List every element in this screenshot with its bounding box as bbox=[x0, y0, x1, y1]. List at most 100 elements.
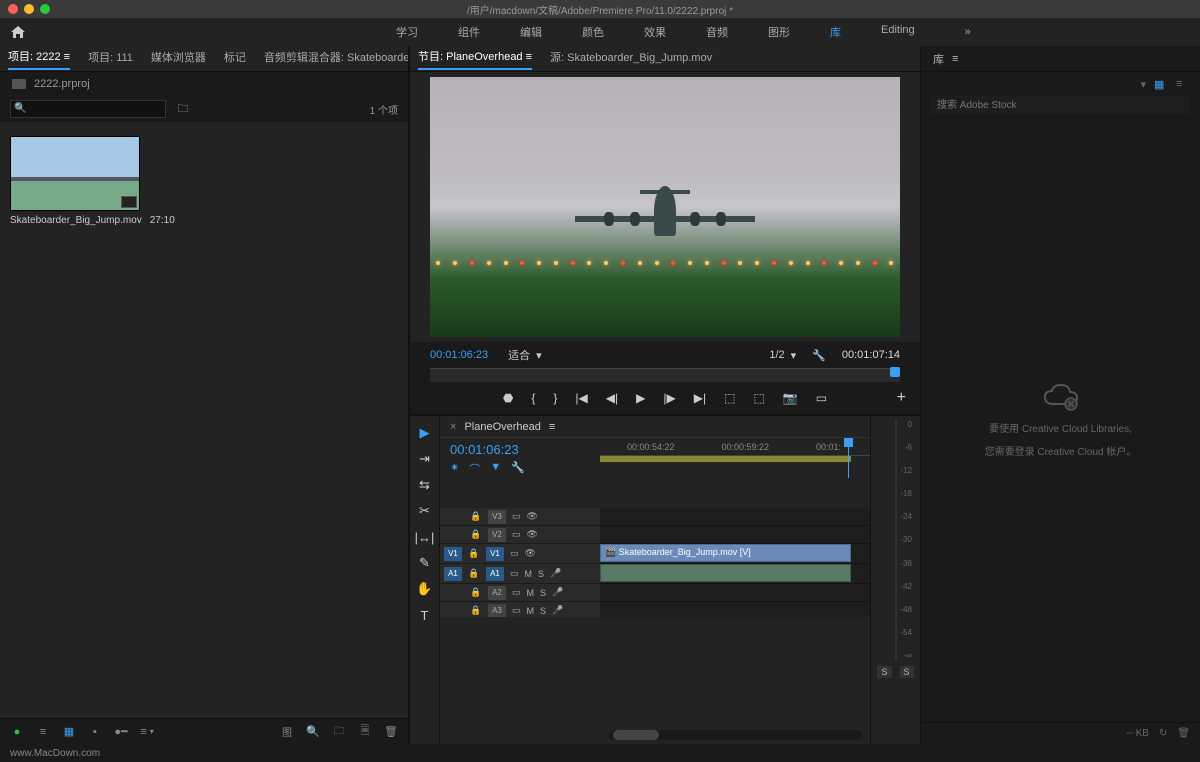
new-bin-button[interactable]: 🗀 bbox=[332, 725, 346, 739]
freeform-view-button[interactable]: ▪ bbox=[88, 725, 102, 739]
lock-icon[interactable]: 🔒 bbox=[468, 568, 480, 579]
home-button[interactable] bbox=[10, 25, 26, 39]
timeline-timecode[interactable]: 00:01:06:23 bbox=[450, 442, 590, 457]
settings-wrench-icon[interactable]: 🔧 bbox=[812, 349, 826, 362]
record-icon[interactable]: ● bbox=[10, 725, 24, 739]
track-target-a3[interactable]: A3 bbox=[488, 604, 506, 618]
play-button[interactable]: ▶ bbox=[636, 391, 645, 405]
eye-icon[interactable]: 👁 bbox=[527, 529, 538, 540]
track-lane-v3[interactable] bbox=[600, 508, 870, 526]
project-bin-grid[interactable]: Skateboarder_Big_Jump.mov 27:10 bbox=[0, 122, 408, 718]
snap-toggle[interactable]: ⁕ bbox=[450, 461, 459, 477]
libraries-panel-title[interactable]: 库 bbox=[933, 51, 944, 67]
linked-selection-toggle[interactable]: ⌒ bbox=[469, 461, 480, 477]
tab-project-111[interactable]: 项目: 111 bbox=[88, 49, 133, 69]
pen-tool[interactable]: ✎ bbox=[415, 554, 435, 572]
solo-button[interactable]: S bbox=[540, 588, 546, 598]
icon-view-button[interactable]: ▦ bbox=[62, 725, 76, 739]
export-frame-button[interactable]: 📷 bbox=[783, 391, 798, 405]
track-select-tool[interactable]: ⇥ bbox=[415, 450, 435, 468]
track-lane-a3[interactable] bbox=[600, 602, 870, 617]
razor-tool[interactable]: ✂ bbox=[415, 502, 435, 520]
workspace-tab-graphics[interactable]: 图形 bbox=[768, 24, 790, 40]
trash-button[interactable]: 🗑 bbox=[384, 725, 398, 739]
track-header-v3[interactable]: 🔒 V3 ▭ 👁 bbox=[440, 508, 600, 526]
source-patch-v1[interactable]: V1 bbox=[444, 547, 462, 561]
track-target-v2[interactable]: V2 bbox=[488, 528, 506, 542]
voiceover-mic-icon[interactable]: 🎤 bbox=[552, 587, 563, 598]
hand-tool[interactable]: ✋ bbox=[415, 580, 435, 598]
timeline-tracks-area[interactable]: 🎬 Skateboarder_Big_Jump.mov [V] bbox=[600, 508, 870, 617]
lock-icon[interactable]: 🔒 bbox=[470, 511, 482, 522]
maximize-window-button[interactable] bbox=[40, 4, 50, 14]
extract-button[interactable]: ⬚ bbox=[753, 391, 764, 405]
workspace-overflow-button[interactable]: » bbox=[965, 26, 971, 38]
lock-icon[interactable]: 🔒 bbox=[470, 587, 482, 598]
find-button[interactable]: 🔍 bbox=[306, 725, 320, 739]
button-editor[interactable]: + bbox=[897, 389, 906, 407]
library-sync-icon[interactable]: ↻ bbox=[1159, 728, 1167, 739]
panel-menu-icon[interactable]: ≡ bbox=[549, 421, 555, 433]
step-forward-button[interactable]: |▶ bbox=[663, 391, 675, 405]
lock-icon[interactable]: 🔒 bbox=[470, 605, 482, 616]
sync-lock-icon[interactable]: ▭ bbox=[512, 529, 521, 540]
sync-lock-icon[interactable]: ▭ bbox=[512, 605, 521, 616]
go-to-out-button[interactable]: ▶| bbox=[694, 391, 706, 405]
workspace-tab-learn[interactable]: 学习 bbox=[396, 24, 418, 40]
workspace-tab-assembly[interactable]: 组件 bbox=[458, 24, 480, 40]
tab-project-2222[interactable]: 项目: 2222 ≡ bbox=[8, 48, 70, 70]
track-lane-v2[interactable] bbox=[600, 526, 870, 544]
solo-button[interactable]: S bbox=[538, 569, 544, 579]
marker-add-button[interactable]: ▼ bbox=[490, 461, 501, 477]
sync-lock-icon[interactable]: ▭ bbox=[510, 568, 519, 579]
audio-clip[interactable] bbox=[600, 564, 851, 582]
timeline-tab-close[interactable]: × bbox=[450, 421, 456, 433]
workspace-tab-effects[interactable]: 效果 bbox=[644, 24, 666, 40]
scrollbar-thumb[interactable] bbox=[613, 730, 659, 740]
new-item-button[interactable]: 🗏 bbox=[358, 725, 372, 739]
project-search-input[interactable] bbox=[10, 100, 166, 118]
lift-button[interactable]: ⬚ bbox=[724, 391, 735, 405]
lock-icon[interactable]: 🔒 bbox=[468, 548, 480, 559]
track-header-a1[interactable]: A1 🔒 A1 ▭ M S 🎤 bbox=[440, 564, 600, 584]
track-header-a3[interactable]: 🔒 A3 ▭ M S 🎤 bbox=[440, 602, 600, 617]
track-lane-v1[interactable]: 🎬 Skateboarder_Big_Jump.mov [V] bbox=[600, 544, 870, 564]
voiceover-mic-icon[interactable]: 🎤 bbox=[550, 568, 561, 579]
mute-button[interactable]: M bbox=[525, 569, 533, 579]
mark-out-icon[interactable]: } bbox=[553, 391, 557, 405]
close-window-button[interactable] bbox=[8, 4, 18, 14]
clip-item[interactable]: Skateboarder_Big_Jump.mov 27:10 bbox=[10, 136, 140, 226]
work-area-bar[interactable] bbox=[600, 456, 851, 462]
ripple-edit-tool[interactable]: ⇆ bbox=[415, 476, 435, 494]
tab-audio-clip-mixer[interactable]: 音频剪辑混合器: Skateboarder_Big bbox=[264, 49, 408, 69]
meter-solo-right[interactable]: S bbox=[900, 666, 914, 678]
track-target-v3[interactable]: V3 bbox=[488, 510, 506, 524]
panel-menu-icon[interactable]: ≡ bbox=[952, 53, 958, 65]
new-bin-icon[interactable]: 🗀 bbox=[176, 102, 190, 116]
timeline-settings-icon[interactable]: 🔧 bbox=[511, 461, 525, 477]
source-patch-a1[interactable]: A1 bbox=[444, 567, 462, 581]
track-header-a2[interactable]: 🔒 A2 ▭ M S 🎤 bbox=[440, 584, 600, 602]
program-monitor-viewport[interactable] bbox=[410, 72, 920, 342]
timeline-ruler[interactable]: 00:00:54:22 00:00:59:22 00:01: bbox=[600, 442, 870, 456]
track-lane-a1[interactable] bbox=[600, 564, 870, 584]
stock-search-input[interactable] bbox=[931, 96, 1190, 114]
sync-lock-icon[interactable]: ▭ bbox=[510, 548, 519, 559]
program-out-timecode[interactable]: 00:01:07:14 bbox=[842, 349, 900, 361]
track-lane-a2[interactable] bbox=[600, 584, 870, 602]
selection-tool[interactable]: ▶ bbox=[415, 424, 435, 442]
track-header-v2[interactable]: 🔒 V2 ▭ 👁 bbox=[440, 526, 600, 544]
mark-in-icon[interactable]: { bbox=[531, 391, 535, 405]
solo-button[interactable]: S bbox=[540, 606, 546, 616]
workspace-tab-audio[interactable]: 音频 bbox=[706, 24, 728, 40]
list-view-icon[interactable]: ≡ bbox=[1176, 78, 1190, 90]
mute-button[interactable]: M bbox=[527, 606, 535, 616]
timeline-horizontal-scrollbar[interactable] bbox=[608, 730, 862, 740]
slip-tool[interactable]: |↔| bbox=[415, 528, 435, 546]
go-to-in-button[interactable]: |◀ bbox=[575, 391, 587, 405]
clip-thumbnail[interactable] bbox=[10, 136, 140, 211]
voiceover-mic-icon[interactable]: 🎤 bbox=[552, 605, 563, 616]
sequence-name[interactable]: PlaneOverhead bbox=[464, 421, 540, 433]
lock-icon[interactable]: 🔒 bbox=[470, 529, 482, 540]
library-trash-icon[interactable]: 🗑 bbox=[1177, 728, 1190, 739]
